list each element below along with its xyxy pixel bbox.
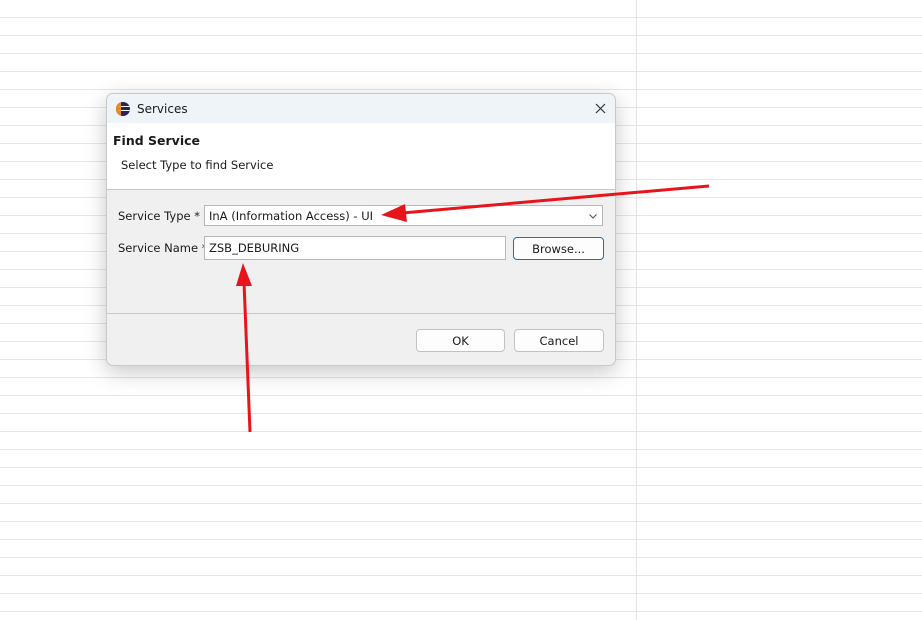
ok-button[interactable]: OK (416, 329, 505, 352)
services-dialog: Services Find Service Select Type to fin… (106, 93, 616, 366)
close-button[interactable] (585, 94, 615, 123)
footer-divider (107, 313, 615, 314)
service-type-label: Service Type * (118, 209, 200, 223)
browse-button[interactable]: Browse... (513, 237, 604, 260)
page-title: Find Service (113, 133, 200, 148)
service-type-value: InA (Information Access) - UI (209, 208, 374, 223)
title-bar: Services (107, 94, 615, 123)
window-title: Services (137, 101, 188, 116)
page-subtitle: Select Type to find Service (121, 158, 274, 172)
eclipse-icon (116, 101, 130, 116)
service-name-input[interactable] (204, 236, 506, 260)
service-type-select[interactable]: InA (Information Access) - UI (204, 205, 603, 226)
service-name-label: Service Name * (118, 241, 208, 255)
dialog-header: Find Service Select Type to find Service (107, 123, 615, 190)
chevron-down-icon (589, 214, 597, 219)
cancel-button[interactable]: Cancel (514, 329, 604, 352)
close-icon (595, 103, 605, 114)
